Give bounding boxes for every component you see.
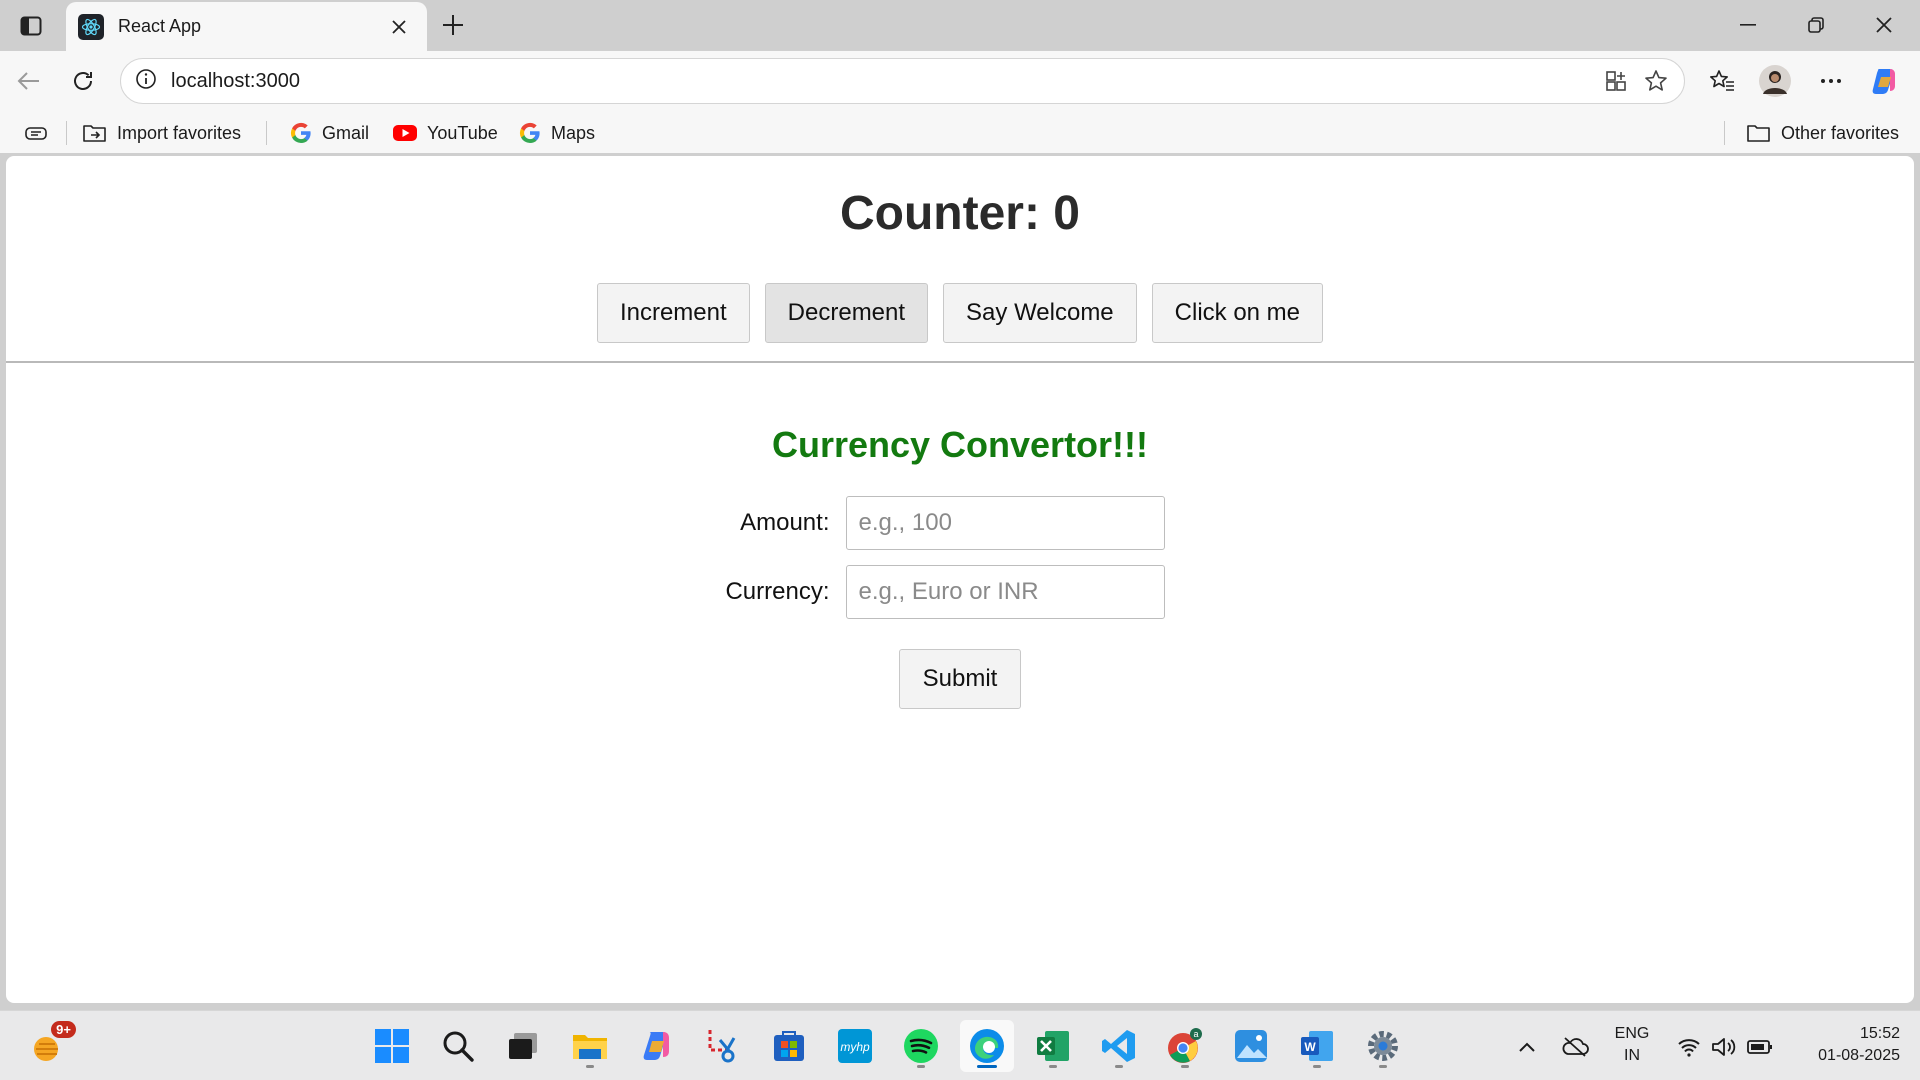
site-info-icon[interactable] xyxy=(135,68,157,95)
myhp-icon[interactable]: myhp xyxy=(828,1020,882,1072)
copilot-icon[interactable] xyxy=(1866,62,1904,100)
windows-taskbar: 9+ myhp a W ENG IN 15:52 01-08-2025 xyxy=(0,1010,1920,1080)
file-explorer-icon[interactable] xyxy=(563,1020,617,1072)
address-bar[interactable]: localhost:3000 xyxy=(120,58,1685,104)
edge-icon[interactable] xyxy=(960,1020,1014,1072)
favorite-import-favorites[interactable]: Import favorites xyxy=(82,119,241,147)
favorites-bar: Import favorites Gmail YouTube Maps Othe… xyxy=(0,111,1920,153)
favorite-label: YouTube xyxy=(427,122,498,143)
more-options-icon[interactable] xyxy=(1812,62,1850,100)
weather-widget[interactable]: 9+ xyxy=(28,1021,76,1067)
chevron-up-icon[interactable] xyxy=(1512,1033,1542,1061)
vscode-icon[interactable] xyxy=(1092,1020,1146,1072)
submit-button[interactable]: Submit xyxy=(899,649,1021,709)
region-code: IN xyxy=(1624,1047,1640,1064)
svg-text:W: W xyxy=(1304,1040,1316,1054)
amount-row: Amount: xyxy=(6,496,1914,550)
currency-converter-heading: Currency Convertor!!! xyxy=(771,424,1149,465)
counter-heading: Counter: 0 xyxy=(840,187,1080,240)
favorites-divider xyxy=(266,121,267,145)
svg-text:a: a xyxy=(1193,1029,1198,1039)
youtube-icon xyxy=(392,123,418,143)
browser-tab[interactable]: React App xyxy=(66,2,427,51)
browser-title-bar: React App xyxy=(0,0,1920,51)
system-clock[interactable]: 15:52 01-08-2025 xyxy=(1790,1023,1900,1067)
currency-label: Currency: xyxy=(725,578,830,605)
page-viewport: Counter: 0 Increment Decrement Say Welco… xyxy=(6,156,1914,1003)
snipping-tool-icon[interactable] xyxy=(696,1020,750,1072)
counter-button-row: Increment Decrement Say Welcome Click on… xyxy=(6,283,1914,343)
click-on-me-button[interactable]: Click on me xyxy=(1151,283,1324,343)
svg-text:myhp: myhp xyxy=(840,1040,870,1054)
microsoft-store-icon[interactable] xyxy=(762,1020,816,1072)
collections-icon[interactable] xyxy=(24,119,48,147)
new-tab-icon[interactable] xyxy=(436,10,470,40)
search-icon[interactable] xyxy=(431,1020,485,1072)
other-favorites[interactable]: Other favorites xyxy=(1746,119,1899,147)
add-favorite-star-icon[interactable] xyxy=(1636,61,1676,101)
google-icon xyxy=(289,121,313,145)
language-indicator[interactable]: ENG IN xyxy=(1612,1023,1652,1067)
amount-label: Amount: xyxy=(740,509,830,536)
favorite-gmail[interactable]: Gmail xyxy=(289,119,369,147)
favorite-label: Gmail xyxy=(322,122,370,143)
app-available-icon[interactable] xyxy=(1596,61,1636,101)
favorite-label: Import favorites xyxy=(117,122,242,143)
volume-icon[interactable] xyxy=(1709,1033,1739,1061)
google-icon xyxy=(518,121,542,145)
notification-badge: 9+ xyxy=(51,1021,76,1038)
wifi-icon[interactable] xyxy=(1674,1033,1704,1061)
refresh-icon[interactable] xyxy=(64,62,102,100)
minimize-icon[interactable] xyxy=(1720,10,1776,40)
react-logo-icon xyxy=(78,13,104,40)
section-divider xyxy=(6,361,1914,363)
clock-time: 15:52 xyxy=(1859,1025,1900,1042)
restore-icon[interactable] xyxy=(1788,10,1844,40)
back-icon[interactable] xyxy=(10,62,48,100)
import-favorites-icon xyxy=(82,122,108,144)
tab-actions-icon[interactable] xyxy=(12,11,50,41)
favorites-divider xyxy=(66,121,67,145)
currency-input[interactable] xyxy=(845,565,1165,619)
folder-icon xyxy=(1746,122,1772,144)
close-window-icon[interactable] xyxy=(1856,10,1912,40)
increment-button[interactable]: Increment xyxy=(596,283,750,343)
battery-icon[interactable] xyxy=(1745,1033,1775,1061)
favorite-youtube[interactable]: YouTube xyxy=(392,119,498,147)
start-icon[interactable] xyxy=(365,1020,419,1072)
excel-icon[interactable] xyxy=(1026,1020,1080,1072)
word-icon[interactable]: W xyxy=(1290,1020,1344,1072)
profile-avatar[interactable] xyxy=(1756,62,1794,100)
task-view-icon[interactable] xyxy=(496,1020,550,1072)
language-code: ENG xyxy=(1614,1025,1650,1042)
amount-input[interactable] xyxy=(845,496,1165,550)
copilot-app-icon[interactable] xyxy=(630,1020,684,1072)
clock-date: 01-08-2025 xyxy=(1818,1047,1900,1064)
onedrive-offline-icon[interactable] xyxy=(1560,1033,1590,1061)
spotify-icon[interactable] xyxy=(894,1020,948,1072)
decrement-button[interactable]: Decrement xyxy=(764,283,929,343)
photos-icon[interactable] xyxy=(1224,1020,1278,1072)
settings-icon[interactable] xyxy=(1356,1020,1410,1072)
favorite-label: Maps xyxy=(551,122,596,143)
favorite-maps[interactable]: Maps xyxy=(518,119,595,147)
favorites-divider xyxy=(1724,121,1725,145)
browser-toolbar: localhost:3000 xyxy=(0,51,1920,111)
other-favorites-label: Other favorites xyxy=(1781,122,1900,143)
favorites-icon[interactable] xyxy=(1703,62,1741,100)
chrome-icon[interactable]: a xyxy=(1158,1020,1212,1072)
url-text[interactable]: localhost:3000 xyxy=(171,70,1596,93)
tab-title: React App xyxy=(118,16,202,36)
close-tab-icon[interactable] xyxy=(385,13,413,41)
say-welcome-button[interactable]: Say Welcome xyxy=(943,283,1137,343)
currency-row: Currency: xyxy=(6,565,1914,619)
